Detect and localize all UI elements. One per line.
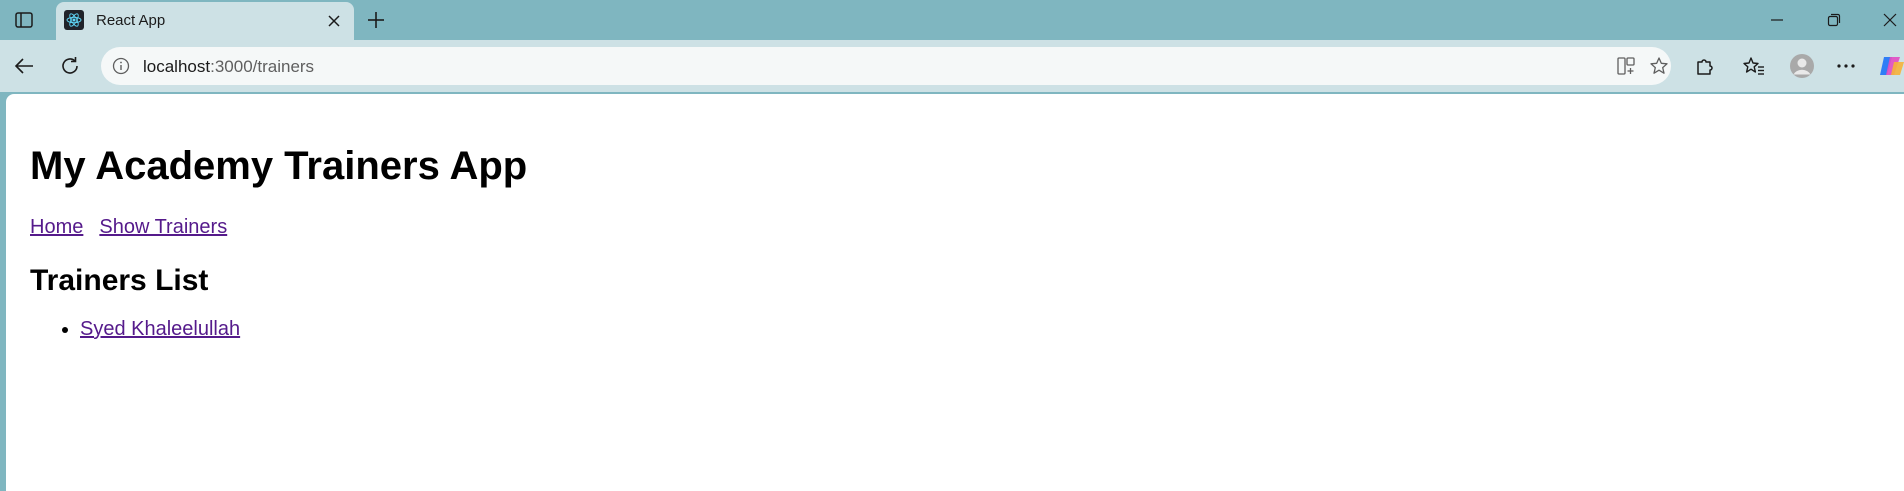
url-path: :3000/trainers	[210, 57, 315, 76]
avatar-icon[interactable]	[1788, 52, 1816, 80]
page-viewport: My Academy Trainers App Home Show Trainer…	[6, 94, 1904, 491]
list-item: Syed Khaleelullah	[80, 318, 240, 341]
page-title: My Academy Trainers App	[30, 144, 528, 188]
split-screen-icon[interactable]	[1616, 56, 1636, 76]
favorites-icon[interactable]	[1742, 54, 1766, 78]
sidebar-toggle-icon[interactable]	[12, 8, 36, 32]
restore-icon[interactable]	[1822, 8, 1846, 32]
star-icon[interactable]	[1649, 56, 1669, 76]
tab-react-app[interactable]: React App	[56, 2, 354, 40]
close-icon[interactable]	[324, 11, 344, 31]
info-icon[interactable]	[111, 56, 131, 76]
close-icon[interactable]	[1878, 8, 1902, 32]
browser-toolbar: localhost:3000/trainers	[0, 40, 1904, 92]
minimize-icon[interactable]	[1765, 8, 1789, 32]
address-bar[interactable]: localhost:3000/trainers	[101, 47, 1671, 85]
url-host: localhost	[143, 57, 211, 76]
url-text[interactable]: localhost:3000/trainers	[143, 57, 314, 77]
trainer-link[interactable]: Syed Khaleelullah	[80, 318, 240, 340]
section-title: Trainers List	[30, 264, 209, 297]
nav-link-show-trainers[interactable]: Show Trainers	[99, 216, 227, 238]
more-icon[interactable]	[1834, 54, 1858, 78]
plus-icon[interactable]	[364, 8, 388, 32]
main-nav: Home Show Trainers	[30, 216, 243, 239]
back-arrow-icon[interactable]	[12, 54, 36, 78]
react-logo-icon	[64, 10, 84, 30]
refresh-icon[interactable]	[58, 54, 82, 78]
nav-link-home[interactable]: Home	[30, 216, 83, 238]
copilot-icon[interactable]	[1878, 54, 1904, 78]
tab-title: React App	[96, 12, 166, 29]
tab-strip: React App	[0, 0, 1904, 40]
puzzle-icon[interactable]	[1692, 54, 1716, 78]
browser-window: React App localhost:3000/trainers My Aca…	[0, 0, 1904, 491]
trainer-list: Syed Khaleelullah	[30, 318, 240, 341]
